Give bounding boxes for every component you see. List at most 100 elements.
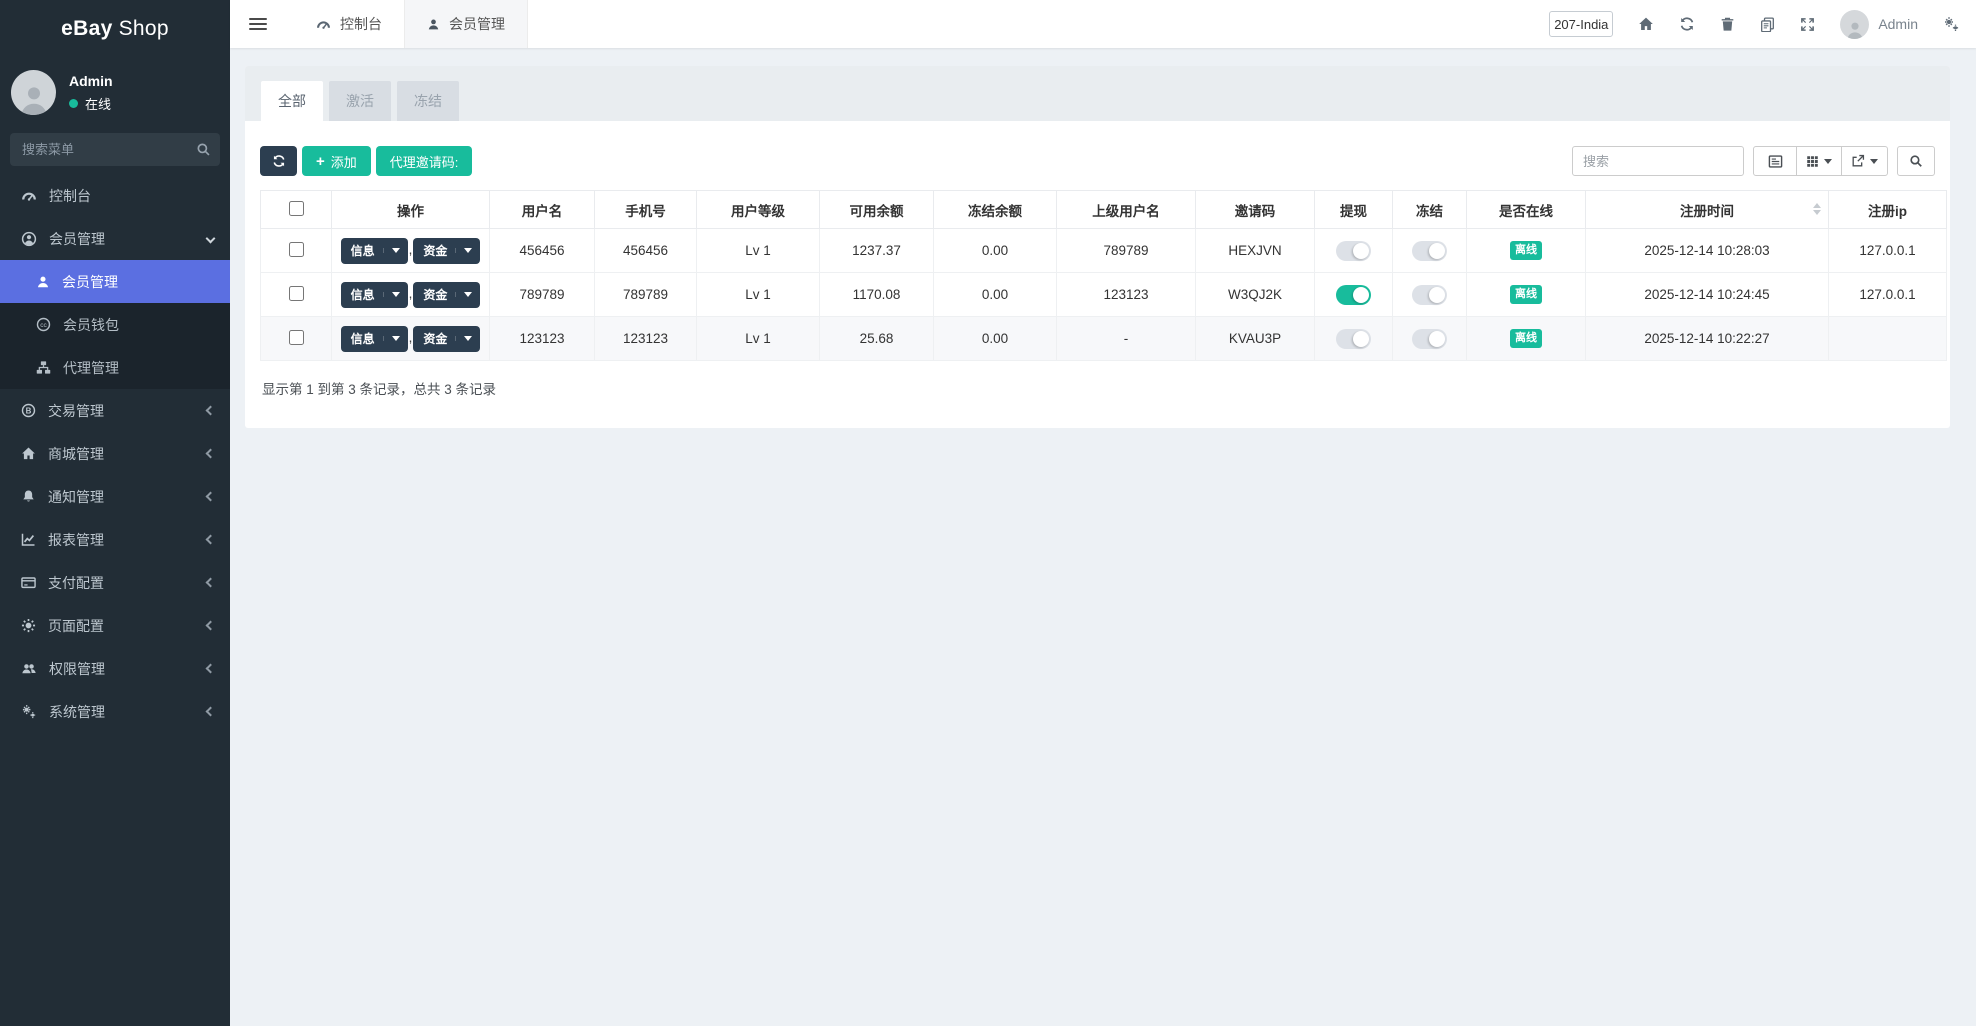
sidebar-search-input[interactable] bbox=[10, 133, 220, 166]
sidebar-item-label: 会员管理 bbox=[62, 272, 214, 292]
brand-rest: Shop bbox=[119, 17, 169, 41]
refresh-icon[interactable] bbox=[1679, 16, 1695, 32]
sidebar-item-payment-config[interactable]: 支付配置 bbox=[0, 561, 230, 604]
navbar-tab-label: 会员管理 bbox=[449, 14, 505, 34]
sidebar-item-permission-manage[interactable]: 权限管理 bbox=[0, 647, 230, 690]
row-checkbox[interactable] bbox=[289, 242, 304, 257]
col-header-phone: 手机号 bbox=[595, 191, 697, 229]
cogs-icon[interactable] bbox=[1943, 16, 1960, 32]
refresh-button[interactable] bbox=[260, 146, 297, 176]
columns-button[interactable] bbox=[1796, 146, 1842, 176]
sidebar-item-dashboard[interactable]: 控制台 bbox=[0, 174, 230, 217]
export-icon bbox=[1851, 154, 1865, 168]
export-button[interactable] bbox=[1841, 146, 1888, 176]
navbar-tab-members[interactable]: 会员管理 bbox=[404, 0, 528, 48]
withdraw-toggle[interactable] bbox=[1336, 241, 1371, 261]
frozen-balance-cell: 0.00 bbox=[934, 229, 1057, 273]
copy-icon[interactable] bbox=[1760, 17, 1775, 32]
col-header-reg-time[interactable]: 注册时间 bbox=[1586, 191, 1829, 229]
region-input[interactable] bbox=[1549, 11, 1613, 37]
funds-dropdown-button[interactable]: 资金 bbox=[413, 326, 480, 352]
table-view-buttons bbox=[1753, 146, 1888, 176]
info-dropdown-button[interactable]: 信息 bbox=[341, 238, 408, 264]
row-checkbox[interactable] bbox=[289, 330, 304, 345]
reg-time-cell: 2025-12-14 10:24:45 bbox=[1586, 273, 1829, 317]
person-icon bbox=[17, 83, 51, 115]
sidebar-item-member-wallet[interactable]: cc 会员钱包 bbox=[0, 303, 230, 346]
table-row: 信息,资金 123123 123123 Lv 1 25.68 0.00 - KV… bbox=[261, 317, 1947, 361]
navbar-user[interactable]: Admin bbox=[1840, 10, 1918, 39]
row-checkbox[interactable] bbox=[289, 286, 304, 301]
withdraw-cell bbox=[1315, 229, 1393, 273]
sidebar-item-system-manage[interactable]: 系统管理 bbox=[0, 690, 230, 733]
withdraw-toggle[interactable] bbox=[1336, 329, 1371, 349]
cogs-icon bbox=[21, 704, 37, 719]
row-actions-cell: 信息,资金 bbox=[332, 229, 490, 273]
sidebar-item-label: 会员钱包 bbox=[63, 315, 214, 335]
sidebar-item-agent-manage[interactable]: 代理管理 bbox=[0, 346, 230, 389]
add-button[interactable]: + 添加 bbox=[302, 146, 371, 176]
navbar-tab-dashboard[interactable]: 控制台 bbox=[294, 0, 404, 48]
row-select-cell bbox=[261, 317, 332, 361]
freeze-toggle[interactable] bbox=[1412, 329, 1447, 349]
parent-user-cell: 123123 bbox=[1057, 273, 1196, 317]
phone-cell: 456456 bbox=[595, 229, 697, 273]
col-header-parent: 上级用户名 bbox=[1057, 191, 1196, 229]
filter-tabs: 全部 激活 冻结 bbox=[245, 66, 1950, 121]
table-body: 信息,资金 456456 456456 Lv 1 1237.37 0.00 78… bbox=[261, 229, 1947, 361]
sidebar-item-trade-manage[interactable]: B 交易管理 bbox=[0, 389, 230, 432]
sidebar-item-member-manage[interactable]: 会员管理 bbox=[0, 260, 230, 303]
trash-icon[interactable] bbox=[1720, 17, 1735, 32]
invite-code-cell: W3QJ2K bbox=[1196, 273, 1315, 317]
freeze-toggle[interactable] bbox=[1412, 241, 1447, 261]
pagination-toggle-button[interactable] bbox=[1753, 146, 1797, 176]
col-header-invite-code: 邀请码 bbox=[1196, 191, 1315, 229]
phone-cell: 123123 bbox=[595, 317, 697, 361]
info-dropdown-button[interactable]: 信息 bbox=[341, 282, 408, 308]
search-button[interactable] bbox=[1897, 146, 1935, 176]
sidebar-item-page-config[interactable]: 页面配置 bbox=[0, 604, 230, 647]
chevron-left-icon bbox=[206, 449, 216, 459]
table-search-input[interactable] bbox=[1572, 146, 1744, 176]
sidebar-item-report-manage[interactable]: 报表管理 bbox=[0, 518, 230, 561]
expand-icon[interactable] bbox=[1800, 17, 1815, 32]
col-header-online: 是否在线 bbox=[1467, 191, 1586, 229]
sidebar-item-notice-manage[interactable]: 通知管理 bbox=[0, 475, 230, 518]
home-icon[interactable] bbox=[1638, 16, 1654, 32]
user-status-label: 在线 bbox=[85, 94, 111, 113]
sidebar: eBayShop Admin 在线 控制台 会员管理 bbox=[0, 0, 230, 1026]
sidebar-item-mall-manage[interactable]: 商城管理 bbox=[0, 432, 230, 475]
agent-invite-code-button[interactable]: 代理邀请码: bbox=[376, 146, 473, 176]
reg-ip-cell: 127.0.0.1 bbox=[1829, 229, 1947, 273]
sidebar-item-members-parent[interactable]: 会员管理 bbox=[0, 217, 230, 260]
caret-down-icon bbox=[455, 292, 480, 297]
chart-line-icon bbox=[21, 532, 36, 547]
search-icon[interactable] bbox=[196, 142, 211, 157]
bitcoin-icon: B bbox=[21, 403, 36, 418]
table-header-row: 操作 用户名 手机号 用户等级 可用余额 冻结余额 上级用户名 邀请码 提现 冻… bbox=[261, 191, 1947, 229]
svg-text:B: B bbox=[26, 407, 32, 416]
row-select-cell bbox=[261, 273, 332, 317]
main-area: 控制台 会员管理 Admin bbox=[230, 0, 1976, 1026]
online-dot-icon bbox=[69, 99, 78, 108]
user-circle-icon bbox=[21, 231, 37, 247]
action-separator: , bbox=[409, 242, 413, 257]
info-dropdown-button[interactable]: 信息 bbox=[341, 326, 408, 352]
chevron-left-icon bbox=[206, 621, 216, 631]
navbar-user-label: Admin bbox=[1878, 16, 1918, 32]
gear-icon bbox=[21, 618, 36, 633]
funds-dropdown-button[interactable]: 资金 bbox=[413, 282, 480, 308]
withdraw-toggle[interactable] bbox=[1336, 285, 1371, 305]
filter-tab-active[interactable]: 激活 bbox=[329, 81, 391, 121]
chevron-left-icon bbox=[206, 535, 216, 545]
filter-tab-all[interactable]: 全部 bbox=[261, 81, 323, 121]
hamburger-icon[interactable] bbox=[249, 0, 267, 48]
select-all-checkbox[interactable] bbox=[289, 201, 304, 216]
funds-dropdown-button[interactable]: 资金 bbox=[413, 238, 480, 264]
filter-tab-frozen[interactable]: 冻结 bbox=[397, 81, 459, 121]
col-header-username: 用户名 bbox=[490, 191, 595, 229]
freeze-toggle[interactable] bbox=[1412, 285, 1447, 305]
freeze-cell bbox=[1393, 317, 1467, 361]
balance-cell: 25.68 bbox=[820, 317, 934, 361]
caret-down-icon bbox=[383, 336, 408, 341]
